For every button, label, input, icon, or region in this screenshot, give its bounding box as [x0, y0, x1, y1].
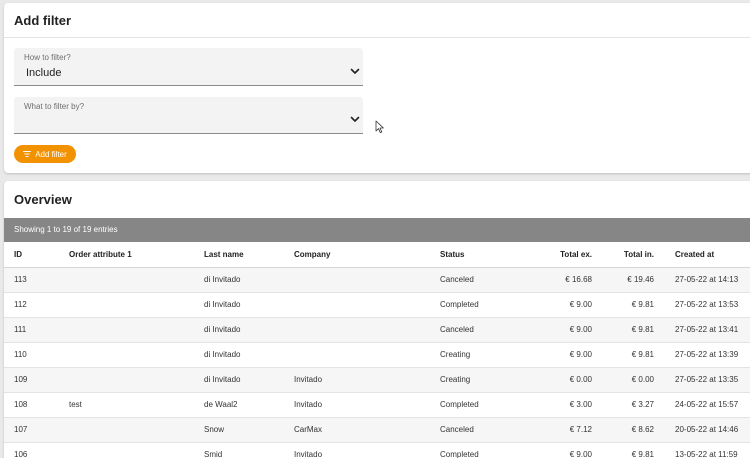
cell-last-name: di Invitado — [204, 317, 294, 343]
cell-id: 106 — [4, 442, 69, 458]
cell-order-attribute — [69, 292, 204, 318]
cell-total-ex: € 9.00 — [510, 342, 592, 368]
table-row[interactable]: 112 di Invitado Completed € 9.00 € 9.81 … — [4, 292, 750, 318]
cell-company: Invitado — [294, 392, 440, 418]
cell-status: Completed — [440, 442, 510, 458]
table-row[interactable]: 113 di Invitado Canceled € 16.68 € 19.46… — [4, 267, 750, 293]
table-row[interactable]: 106 Smid Invitado Completed € 9.00 € 9.8… — [4, 442, 750, 458]
column-header-company[interactable]: Company — [294, 242, 440, 268]
table-row[interactable]: 109 di Invitado Invitado Creating € 0.00… — [4, 367, 750, 393]
cell-last-name: Smid — [204, 442, 294, 458]
column-header-status[interactable]: Status — [440, 242, 510, 268]
cell-id: 107 — [4, 417, 69, 443]
chevron-down-icon — [350, 116, 360, 122]
cell-company — [294, 267, 440, 293]
cell-created-at: 27-05-22 at 13:35 — [654, 367, 750, 393]
cell-created-at: 27-05-22 at 13:41 — [654, 317, 750, 343]
cell-total-in: € 9.81 — [592, 317, 654, 343]
cell-created-at: 13-05-22 at 11:59 — [654, 442, 750, 458]
cell-total-in: € 9.81 — [592, 442, 654, 458]
cell-order-attribute — [69, 317, 204, 343]
column-header-id[interactable]: ID — [4, 242, 69, 268]
cell-total-ex: € 7.12 — [510, 417, 592, 443]
table-row[interactable]: 111 di Invitado Canceled € 9.00 € 9.81 2… — [4, 317, 750, 343]
add-filter-button[interactable]: Add filter — [14, 145, 76, 163]
cell-order-attribute: test — [69, 392, 204, 418]
table-row[interactable]: 110 di Invitado Creating € 9.00 € 9.81 2… — [4, 342, 750, 368]
cell-id: 113 — [4, 267, 69, 293]
cell-id: 112 — [4, 292, 69, 318]
cell-order-attribute — [69, 367, 204, 393]
cell-order-attribute — [69, 342, 204, 368]
column-header-total-ex[interactable]: Total ex. — [510, 242, 592, 268]
table-header-row: ID Order attribute 1 Last name Company S… — [4, 242, 750, 268]
cell-company — [294, 342, 440, 368]
cell-order-attribute — [69, 442, 204, 458]
cell-total-in: € 8.62 — [592, 417, 654, 443]
cell-last-name: de Waal2 — [204, 392, 294, 418]
cell-last-name: di Invitado — [204, 367, 294, 393]
cell-total-ex: € 9.00 — [510, 442, 592, 458]
cell-order-attribute — [69, 417, 204, 443]
table-row[interactable]: 107 Snow CarMax Canceled € 7.12 € 8.62 2… — [4, 417, 750, 443]
cell-total-ex: € 0.00 — [510, 367, 592, 393]
cell-company: Invitado — [294, 442, 440, 458]
how-to-filter-label: How to filter? — [24, 53, 71, 62]
add-filter-panel: Add filter How to filter? Include What t… — [4, 3, 750, 173]
overview-panel: Overview Showing 1 to 19 of 19 entries I… — [4, 181, 750, 458]
cell-total-ex: € 16.68 — [510, 267, 592, 293]
how-to-filter-value: Include — [26, 67, 62, 79]
cell-status: Canceled — [440, 267, 510, 293]
column-header-total-in[interactable]: Total in. — [592, 242, 654, 268]
add-filter-button-label: Add filter — [35, 149, 67, 159]
cell-created-at: 24-05-22 at 15:57 — [654, 392, 750, 418]
cell-status: Completed — [440, 392, 510, 418]
what-to-filter-label: What to filter by? — [24, 102, 85, 111]
column-header-last-name[interactable]: Last name — [204, 242, 294, 268]
cell-last-name: di Invitado — [204, 342, 294, 368]
cell-created-at: 27-05-22 at 13:39 — [654, 342, 750, 368]
orders-table: ID Order attribute 1 Last name Company S… — [4, 242, 750, 458]
cell-total-in: € 19.46 — [592, 267, 654, 293]
what-to-filter-select[interactable]: What to filter by? — [14, 97, 363, 134]
entries-info-bar: Showing 1 to 19 of 19 entries — [4, 218, 750, 242]
cell-total-in: € 3.27 — [592, 392, 654, 418]
cell-order-attribute — [69, 267, 204, 293]
cell-status: Creating — [440, 342, 510, 368]
cell-last-name: di Invitado — [204, 292, 294, 318]
cell-total-ex: € 3.00 — [510, 392, 592, 418]
cell-id: 108 — [4, 392, 69, 418]
column-header-order-attribute[interactable]: Order attribute 1 — [69, 242, 204, 268]
cell-created-at: 20-05-22 at 14:46 — [654, 417, 750, 443]
cell-total-in: € 9.81 — [592, 292, 654, 318]
add-filter-title: Add filter — [4, 3, 750, 38]
column-header-created-at[interactable]: Created at — [654, 242, 750, 268]
cell-status: Canceled — [440, 317, 510, 343]
cell-status: Completed — [440, 292, 510, 318]
cell-status: Creating — [440, 367, 510, 393]
cell-created-at: 27-05-22 at 13:53 — [654, 292, 750, 318]
cell-last-name: di Invitado — [204, 267, 294, 293]
cell-company — [294, 317, 440, 343]
cell-company: CarMax — [294, 417, 440, 443]
cell-total-ex: € 9.00 — [510, 317, 592, 343]
cell-company — [294, 292, 440, 318]
cell-company: Invitado — [294, 367, 440, 393]
cell-id: 109 — [4, 367, 69, 393]
filter-lines-icon — [23, 151, 32, 157]
cell-last-name: Snow — [204, 417, 294, 443]
cell-id: 111 — [4, 317, 69, 343]
cell-created-at: 27-05-22 at 14:13 — [654, 267, 750, 293]
how-to-filter-select[interactable]: How to filter? Include — [14, 48, 363, 86]
mouse-pointer-icon — [375, 120, 384, 133]
cell-id: 110 — [4, 342, 69, 368]
cell-total-in: € 0.00 — [592, 367, 654, 393]
cell-total-in: € 9.81 — [592, 342, 654, 368]
cell-total-ex: € 9.00 — [510, 292, 592, 318]
table-row[interactable]: 108 test de Waal2 Invitado Completed € 3… — [4, 392, 750, 418]
overview-title: Overview — [14, 192, 72, 207]
chevron-down-icon — [350, 68, 360, 74]
cell-status: Canceled — [440, 417, 510, 443]
